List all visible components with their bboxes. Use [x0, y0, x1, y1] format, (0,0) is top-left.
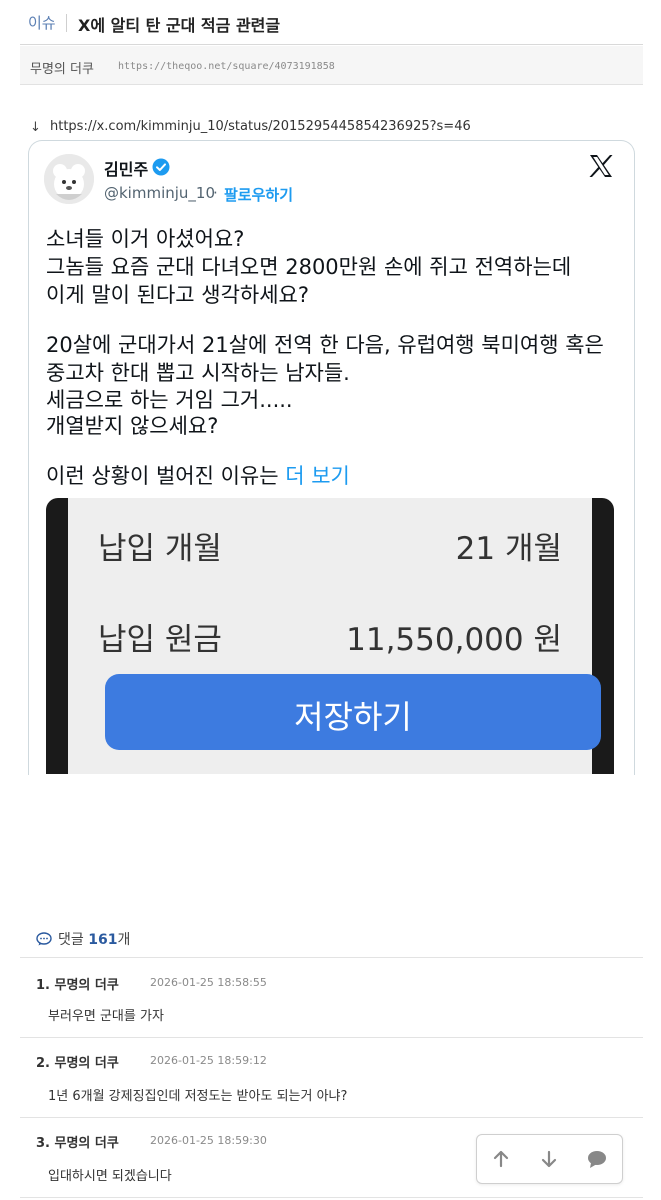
comment-divider — [20, 1037, 643, 1038]
comment-author[interactable]: 무명의 더쿠 — [55, 978, 119, 993]
comment-count-suffix: 개 — [117, 932, 131, 948]
source-link[interactable]: https://x.com/kimminju_10/status/2015295… — [50, 119, 471, 134]
comment-date: 2026-01-25 18:58:55 — [150, 976, 267, 989]
comment-divider — [20, 957, 643, 958]
tweet-author-name[interactable]: 김민주 — [104, 156, 148, 180]
scroll-up-button[interactable] — [489, 1147, 513, 1171]
tweet-text-line: 20살에 군대가서 21살에 전역 한 다음, 유럽여행 북미여행 혹은 — [46, 333, 604, 357]
go-to-comments-button[interactable] — [585, 1147, 609, 1171]
verified-badge-icon — [152, 158, 170, 176]
tweet-text-line: 중고차 한대 뽑고 시작하는 남자들. — [46, 361, 350, 385]
image-row1-label: 납입 개월 — [98, 531, 222, 567]
comment-number: 3. — [36, 1136, 50, 1151]
image-save-label: 저장하기 — [294, 698, 412, 736]
comment-body: 1년 6개월 강제징집인데 저정도는 받아도 되는거 아냐? — [48, 1089, 348, 1104]
floating-nav — [476, 1134, 623, 1184]
comment-divider — [20, 1117, 643, 1118]
image-screen: 납입 개월 21 개월 납입 원금 11,550,000 원 저장하기 — [68, 498, 601, 774]
separator-dot: · — [213, 184, 218, 202]
comment-count: 161 — [88, 932, 118, 948]
image-row2-label: 납입 원금 — [98, 622, 222, 658]
tweet-text-line: 그놈들 요즘 군대 다녀오면 2800만원 손에 쥐고 전역하는데 — [46, 255, 572, 279]
post-author: 무명의 더쿠 — [30, 62, 94, 77]
tweet-text-line: 이런 상황이 벌어진 이유는 더 보기 — [46, 460, 350, 490]
image-row2-value: 11,550,000 원 — [346, 622, 562, 658]
comment-header: 1. 무명의 더쿠 — [36, 974, 119, 993]
follow-button[interactable]: 팔로우하기 — [224, 184, 293, 205]
tweet-text-line: 소녀들 이거 아셨어요? — [46, 227, 245, 251]
comment-count-header: 댓글 161개 — [58, 929, 130, 949]
scroll-down-button[interactable] — [537, 1147, 561, 1171]
comment-label: 댓글 — [58, 932, 84, 948]
avatar[interactable] — [44, 154, 94, 204]
comment-bubble-icon — [36, 931, 52, 946]
comment-number: 1. — [36, 978, 50, 993]
show-more-link[interactable]: 더 보기 — [285, 464, 350, 488]
comment-date: 2026-01-25 18:59:12 — [150, 1054, 267, 1067]
header-divider — [66, 14, 67, 32]
comment-divider — [20, 1197, 643, 1198]
comment-body: 입대하시면 되겠습니다 — [48, 1169, 172, 1184]
post-permalink[interactable]: https://theqoo.net/square/4073191858 — [118, 61, 335, 72]
comment-body: 부러우면 군대를 가자 — [48, 1009, 164, 1024]
image-save-button: 저장하기 — [105, 674, 601, 750]
comment-date: 2026-01-25 18:59:30 — [150, 1134, 267, 1147]
up-arrow-icon — [493, 1150, 509, 1168]
post-title: X에 알티 탄 군대 적금 관련글 — [78, 16, 281, 35]
tweet-text-line: 개열받지 않으세요? — [46, 414, 219, 438]
comment-header: 2. 무명의 더쿠 — [36, 1052, 119, 1071]
comment-author[interactable]: 무명의 더쿠 — [55, 1136, 119, 1151]
comment-header: 3. 무명의 더쿠 — [36, 1132, 119, 1151]
board-category[interactable]: 이슈 — [28, 12, 56, 33]
tweet-author-handle[interactable]: @kimminju_10 — [104, 184, 215, 202]
down-arrow-icon: ↓ — [30, 120, 41, 135]
comment-author[interactable]: 무명의 더쿠 — [55, 1056, 119, 1071]
image-row1-value: 21 개월 — [455, 531, 562, 567]
x-logo-icon[interactable] — [588, 154, 614, 178]
tweet-text-tail: 이런 상황이 벌어진 이유는 — [46, 464, 286, 488]
tweet-text-line: 이게 말이 된다고 생각하세요? — [46, 283, 310, 307]
tweet-image[interactable]: 납입 개월 21 개월 납입 원금 11,550,000 원 저장하기 — [46, 498, 614, 774]
comment-number: 2. — [36, 1056, 50, 1071]
comment-bubble-icon — [588, 1151, 606, 1168]
header-rule — [20, 44, 643, 45]
down-arrow-icon — [541, 1150, 557, 1168]
